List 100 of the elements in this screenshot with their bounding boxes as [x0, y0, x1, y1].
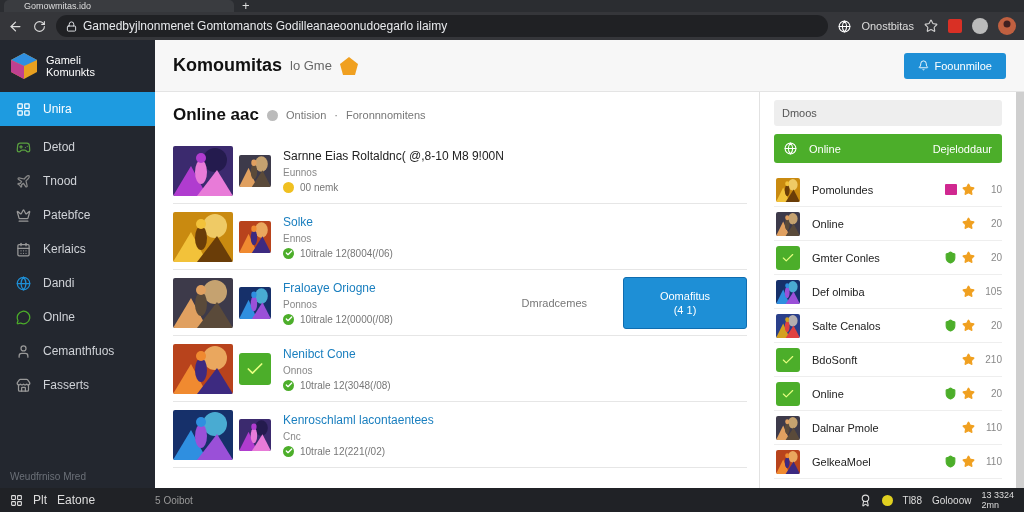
- friend-count: 20: [989, 252, 1002, 263]
- bookmark-star-icon[interactable]: [924, 19, 938, 33]
- item-note: Dmradcemes: [521, 296, 587, 309]
- item-title[interactable]: Nenibct Cone: [283, 346, 391, 361]
- friend-name: Dalnar Pmole: [812, 421, 879, 434]
- page-title: Komoumitas: [173, 55, 282, 76]
- friend-row[interactable]: Gmter Conles 20: [774, 241, 1002, 275]
- coin-icon: [283, 181, 294, 193]
- friend-count: 20: [989, 218, 1002, 229]
- lock-icon: [66, 20, 77, 32]
- logo-text: Komunkts: [46, 66, 95, 78]
- item-subtitle: Ponnos: [283, 298, 318, 310]
- friend-count: 20: [989, 320, 1002, 331]
- star-icon: [962, 319, 975, 332]
- taskbar-label[interactable]: Plt: [33, 493, 47, 507]
- tray-icon[interactable]: [881, 494, 893, 506]
- avatar-icon[interactable]: [972, 18, 988, 34]
- header-button[interactable]: Foounmiloe: [903, 52, 1006, 79]
- globe-icon: [784, 142, 797, 155]
- taskbar-label[interactable]: Eatone: [57, 493, 96, 507]
- search-field[interactable]: Dmoos: [774, 100, 1002, 126]
- friend-name: Pomolundes: [812, 183, 874, 196]
- profile-label: Onostbitas: [861, 20, 914, 32]
- item-title[interactable]: Solke: [283, 214, 393, 229]
- friend-row[interactable]: BdoSonft 210: [774, 343, 1002, 377]
- friend-row[interactable]: Salte Cenalos 20: [774, 309, 1002, 343]
- address-field[interactable]: Gamedbyjlnonmenet Gomtomanots Godilleanaeoonudoegarlo ilaimy: [56, 15, 829, 37]
- sidebar-icon: [16, 309, 31, 325]
- item-subtitle: Cnc: [283, 430, 302, 442]
- friend-name: Online: [812, 217, 844, 230]
- item-subtitle: Eunnos: [283, 166, 318, 178]
- star-icon: [962, 251, 975, 264]
- sidebar-item[interactable]: Fasserts: [0, 368, 155, 402]
- separator: ·: [334, 109, 338, 121]
- app-icon: [776, 347, 800, 372]
- shield-icon: [944, 387, 957, 400]
- friend-name: GelkeaMoel: [812, 455, 871, 468]
- friend-count: 10: [989, 184, 1002, 195]
- start-icon[interactable]: [10, 493, 23, 507]
- shield-icon: [944, 251, 957, 264]
- item-status: 10itrale 12(0000(/08): [300, 313, 393, 325]
- profile-avatar-icon[interactable]: [998, 17, 1016, 35]
- back-icon[interactable]: [8, 18, 23, 34]
- sidebar-item[interactable]: Kerlaics: [0, 232, 155, 266]
- tag-icon: [945, 184, 957, 195]
- app-icon: [239, 352, 271, 385]
- friend-row[interactable]: Online 20: [774, 207, 1002, 241]
- friend-count: 210: [984, 354, 1002, 365]
- new-tab-button[interactable]: +: [242, 0, 250, 12]
- item-status: 10trale 12(221(/02): [300, 445, 386, 457]
- taskbar-label[interactable]: 5 Ooibot: [155, 494, 193, 506]
- tray-time: 2mn: [981, 500, 1000, 510]
- sidebar-icon: [16, 207, 31, 223]
- check-icon: [283, 247, 294, 259]
- sidebar-footer: Weudfrniso Mred: [0, 471, 155, 488]
- friend-name: BdoSonft: [812, 353, 858, 366]
- sidebar-item[interactable]: Dandi: [0, 266, 155, 300]
- friend-name: Gmter Conles: [812, 251, 880, 264]
- friend-name: Salte Cenalos: [812, 319, 881, 332]
- bell-icon: [917, 60, 929, 71]
- star-icon: [962, 217, 975, 230]
- badge-icon: [339, 56, 358, 75]
- sidebar-icon: [16, 377, 31, 393]
- friend-row[interactable]: Online 20: [774, 377, 1002, 411]
- browser-tab[interactable]: Gomowmitas.ido: [4, 0, 234, 12]
- star-icon: [962, 353, 975, 366]
- friend-row[interactable]: GelkeaMoel 110: [774, 445, 1002, 479]
- feed-title: Online aac: [173, 105, 259, 125]
- tray-label: Tl88: [902, 494, 922, 506]
- tray-date: 13 3324: [981, 490, 1014, 500]
- logo-text: Gameli: [46, 54, 82, 66]
- sidebar-item[interactable]: Tnood: [0, 164, 155, 198]
- sidebar-item[interactable]: Detod: [0, 130, 155, 164]
- sidebar-icon: [16, 101, 31, 117]
- sidebar-item[interactable]: Patebfce: [0, 198, 155, 232]
- friend-row[interactable]: Def olmiba 105: [774, 275, 1002, 309]
- item-status: 00 nemk: [300, 181, 339, 193]
- action-button[interactable]: Oomafitus (4 1): [623, 276, 747, 329]
- item-subtitle: Onnos: [283, 364, 314, 376]
- item-title[interactable]: Fraloaye Oriogne: [283, 280, 393, 295]
- item-title[interactable]: Kenroschlaml lacontaentees: [283, 412, 434, 427]
- sidebar-icon: [16, 343, 31, 359]
- check-icon: [283, 445, 294, 457]
- tray-label: Golooow: [932, 494, 972, 506]
- check-icon: [283, 379, 294, 391]
- feed-meta: Ontision: [286, 109, 327, 121]
- feed-meta: Foronnnomitens: [346, 109, 426, 121]
- page-subtitle: lo Gme: [290, 58, 332, 73]
- friend-row[interactable]: Pomolundes 10: [774, 173, 1002, 207]
- sidebar-item[interactable]: Onlne: [0, 300, 155, 334]
- status-icon: [267, 109, 278, 121]
- reload-icon[interactable]: [33, 19, 46, 33]
- friend-count: 105: [984, 286, 1002, 297]
- app-icon: [776, 381, 800, 406]
- star-icon: [962, 455, 975, 468]
- sidebar-item[interactable]: Cemanthfuos: [0, 334, 155, 368]
- friend-count: 110: [985, 422, 1002, 433]
- item-title: Sarnne Eias Roltaldnc( @,8-10 M8 9!00N: [283, 148, 504, 163]
- friend-row[interactable]: Dalnar Pmole 110: [774, 411, 1002, 445]
- item-subtitle: Ennos: [283, 232, 313, 244]
